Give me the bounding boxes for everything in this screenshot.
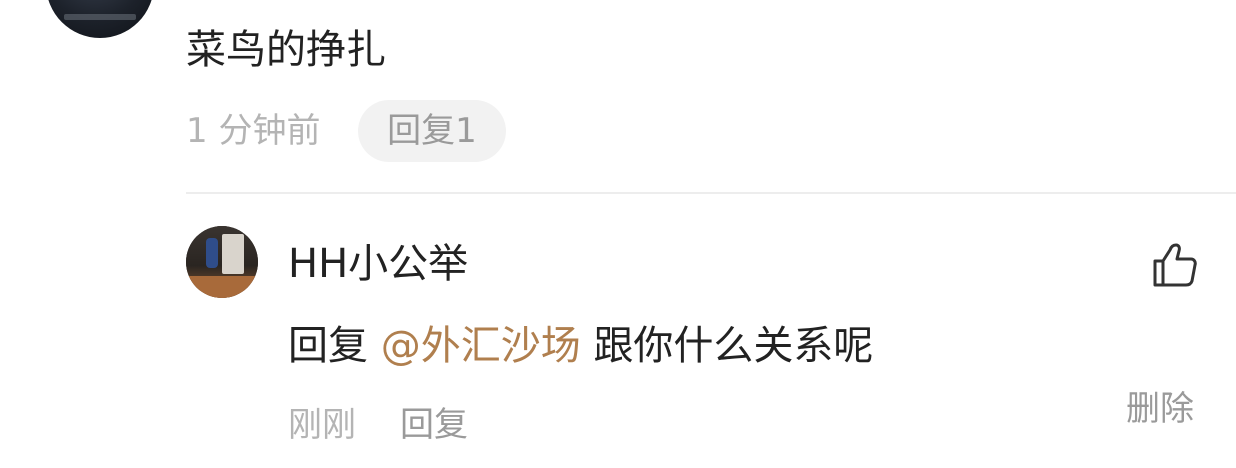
- avatar-figure: [206, 238, 218, 268]
- avatar[interactable]: [46, 0, 154, 38]
- reply-username[interactable]: HH小公举: [288, 236, 468, 292]
- view-replies-button[interactable]: 回复1: [358, 100, 506, 162]
- delete-button[interactable]: 删除: [1126, 386, 1194, 432]
- comment-text: 菜鸟的挣扎: [186, 27, 386, 73]
- reply-prefix: 回复: [288, 323, 368, 369]
- avatar-door: [222, 234, 244, 274]
- reply-button[interactable]: 回复: [400, 402, 468, 448]
- comment-thread: 菜鸟的挣扎 1 分钟前 回复1 HH小公举 回复 @外汇沙场 跟你什么关系呢 刚…: [0, 0, 1236, 468]
- mention-link[interactable]: @外汇沙场: [381, 323, 581, 369]
- reply-avatar[interactable]: [186, 226, 258, 298]
- reply-body: 跟你什么关系呢: [593, 323, 874, 369]
- divider: [186, 192, 1236, 194]
- avatar-floor: [186, 276, 258, 298]
- reply-text: 回复 @外汇沙场 跟你什么关系呢: [288, 318, 873, 374]
- reply-timestamp: 刚刚: [288, 405, 356, 445]
- avatar-detail: [64, 14, 136, 20]
- comment-timestamp: 1 分钟前: [186, 111, 321, 151]
- thumbs-up-icon[interactable]: [1150, 242, 1198, 288]
